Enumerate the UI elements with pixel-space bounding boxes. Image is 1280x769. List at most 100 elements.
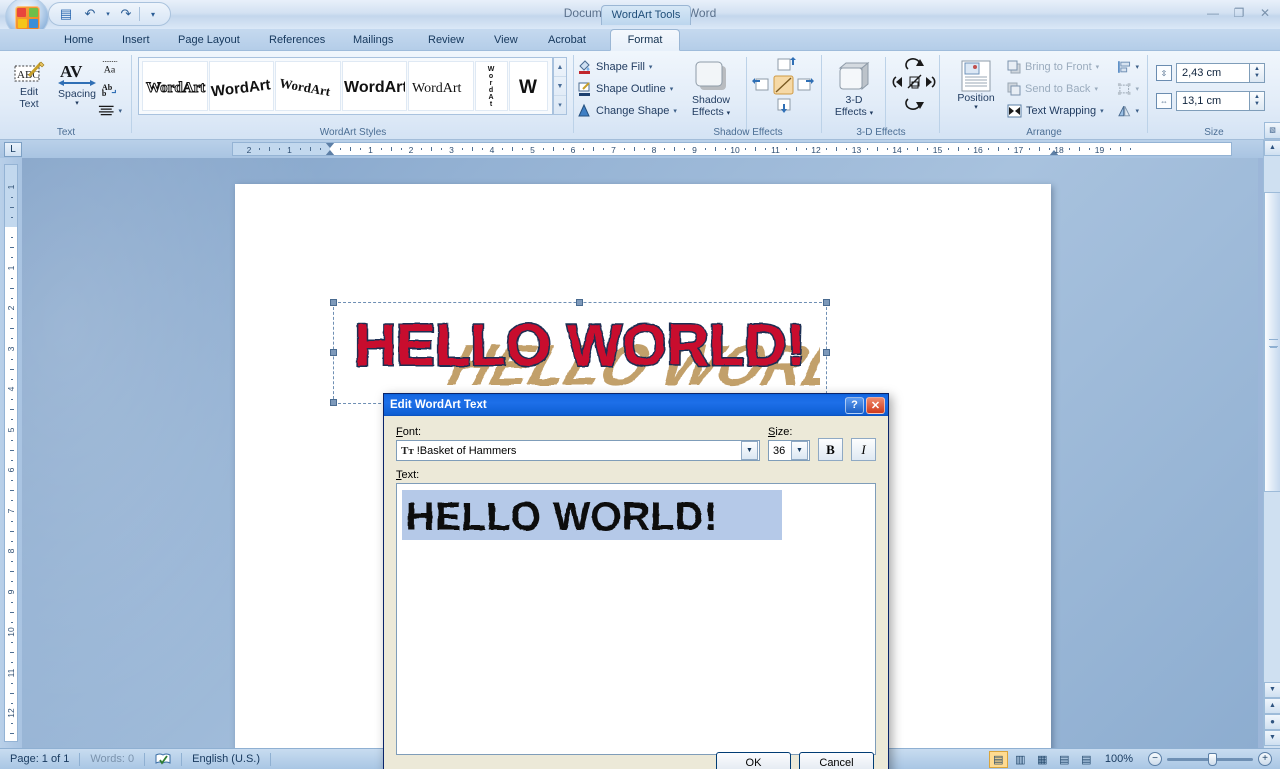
tab-acrobat[interactable]: Acrobat bbox=[536, 29, 598, 51]
select-browse-object-button[interactable]: ● bbox=[1264, 714, 1280, 730]
send-to-back-button[interactable]: Send to Back ▾ bbox=[1002, 78, 1106, 99]
scroll-up-button[interactable]: ▲ bbox=[1264, 140, 1280, 156]
scrollbar-thumb[interactable] bbox=[1264, 192, 1280, 492]
resize-handle-sw[interactable] bbox=[330, 399, 337, 406]
tab-mailings[interactable]: Mailings bbox=[341, 29, 405, 51]
shape-fill-button[interactable]: Shape Fill ▾ bbox=[572, 56, 672, 77]
language-indicator[interactable]: English (U.S.) bbox=[182, 749, 270, 769]
view-web-layout-button[interactable]: ▦ bbox=[1033, 751, 1052, 768]
spacing-caret-icon[interactable]: ▾ bbox=[75, 100, 79, 107]
wordart-style-6[interactable]: WordAt bbox=[474, 61, 508, 111]
wordart-style-4[interactable]: WordArt bbox=[341, 61, 408, 111]
tab-insert[interactable]: Insert bbox=[110, 29, 162, 51]
font-dropdown-arrow-icon[interactable]: ▼ bbox=[741, 441, 758, 460]
select-browse-object-top-icon[interactable]: ▧ bbox=[1264, 122, 1280, 139]
minimize-button[interactable]: — bbox=[1202, 4, 1224, 22]
three-d-tilt-pad[interactable] bbox=[890, 57, 938, 113]
resize-handle-n[interactable] bbox=[576, 299, 583, 306]
left-indent-marker[interactable] bbox=[325, 150, 335, 155]
gallery-more-icon[interactable]: ▾ bbox=[554, 96, 566, 114]
wordart-styles-gallery[interactable]: WordArt WordArt WordArt WordArt WordArt bbox=[138, 57, 553, 115]
even-height-button[interactable]: Aa bbox=[96, 56, 124, 77]
zoom-in-button[interactable]: + bbox=[1258, 752, 1272, 766]
text-wrapping-caret-icon[interactable]: ▾ bbox=[1100, 107, 1104, 115]
zoom-slider[interactable]: − + bbox=[1148, 752, 1272, 766]
tab-references[interactable]: References bbox=[257, 29, 337, 51]
shape-width-value[interactable]: 13,1 cm bbox=[1176, 91, 1250, 111]
vertical-text-button[interactable]: Ab b bbox=[96, 78, 124, 99]
shape-fill-caret-icon[interactable]: ▾ bbox=[649, 63, 653, 71]
tab-home[interactable]: Home bbox=[52, 29, 105, 51]
tab-review[interactable]: Review bbox=[416, 29, 476, 51]
shape-width-field[interactable]: ⇔ 13,1 cm ▲ ▼ bbox=[1156, 91, 1265, 111]
view-draft-button[interactable]: ▤ bbox=[1077, 751, 1096, 768]
cancel-button[interactable]: Cancel bbox=[799, 751, 874, 769]
position-caret-icon[interactable]: ▾ bbox=[974, 104, 978, 111]
wordart-style-1[interactable]: WordArt bbox=[142, 61, 208, 111]
close-button[interactable]: ✕ bbox=[1254, 4, 1276, 22]
edit-wordart-text-dialog[interactable]: Edit WordArt Text ? ✕ FFont:ont: Tт !Bas… bbox=[383, 393, 889, 769]
ok-button[interactable]: OK bbox=[716, 751, 791, 769]
zoom-thumb[interactable] bbox=[1208, 752, 1217, 766]
tab-page-layout[interactable]: Page Layout bbox=[166, 29, 252, 51]
word-count[interactable]: Words: 0 bbox=[80, 749, 144, 769]
wordart-object[interactable]: HELLO WORLD! HELLO WORLD! bbox=[330, 299, 830, 406]
bring-to-front-button[interactable]: Bring to Front ▾ bbox=[1002, 56, 1110, 77]
scroll-down-button[interactable]: ▼ bbox=[1264, 682, 1280, 698]
shape-outline-button[interactable]: Shape Outline ▾ bbox=[572, 78, 682, 99]
view-full-screen-reading-button[interactable]: ▥ bbox=[1011, 751, 1030, 768]
zoom-level-label[interactable]: 100% bbox=[1099, 749, 1139, 769]
horizontal-ruler-track[interactable]: 2 1 1 2 3 4 5 6 7 8 9 10 11 12 13 14 15 16 17 18 19 bbox=[232, 142, 1232, 156]
wordart-style-2[interactable]: WordArt bbox=[208, 61, 275, 111]
shape-height-value[interactable]: 2,43 cm bbox=[1176, 63, 1250, 83]
contextual-tab-group-wordart-tools[interactable]: WordArt Tools bbox=[601, 5, 691, 25]
restore-button[interactable]: ❐ bbox=[1228, 4, 1250, 22]
rotate-caret-icon[interactable]: ▾ bbox=[1135, 107, 1139, 115]
shadow-nudge-pad[interactable] bbox=[752, 57, 814, 115]
align-caret-icon[interactable]: ▾ bbox=[1135, 63, 1139, 71]
tab-view[interactable]: View bbox=[482, 29, 530, 51]
italic-button[interactable]: I bbox=[851, 438, 876, 461]
dialog-help-button[interactable]: ? bbox=[845, 396, 864, 414]
align-text-button[interactable]: ▾ bbox=[93, 100, 127, 121]
align-text-caret-icon[interactable]: ▾ bbox=[118, 107, 122, 115]
vertical-ruler-track[interactable]: 1 1 2 3 4 5 6 7 8 9 10 11 12 bbox=[4, 164, 18, 742]
wordart-style-5[interactable]: WordArt bbox=[408, 61, 474, 111]
send-to-back-caret-icon[interactable]: ▾ bbox=[1094, 85, 1098, 93]
align-objects-button[interactable]: ▾ bbox=[1112, 56, 1144, 77]
size-combobox[interactable]: 36 ▼ bbox=[768, 440, 810, 461]
proofing-errors-icon[interactable] bbox=[145, 749, 181, 769]
wordart-text-input[interactable]: HELLO WORLD! bbox=[396, 483, 876, 755]
zoom-track[interactable] bbox=[1167, 752, 1253, 766]
page-indicator[interactable]: Page: 1 of 1 bbox=[0, 749, 79, 769]
view-print-layout-button[interactable]: ▤ bbox=[988, 750, 1008, 768]
wordart-gallery-scroll[interactable]: ▲ ▼ ▾ bbox=[553, 57, 567, 115]
text-wrapping-button[interactable]: Text Wrapping ▾ bbox=[1002, 100, 1110, 121]
shape-height-spinner[interactable]: ▲ ▼ bbox=[1250, 63, 1265, 83]
gallery-scroll-down-icon[interactable]: ▼ bbox=[554, 77, 566, 96]
rotate-objects-button[interactable]: ▾ bbox=[1112, 100, 1144, 121]
dialog-title-bar[interactable]: Edit WordArt Text ? ✕ bbox=[384, 394, 888, 416]
change-shape-button[interactable]: Change Shape ▾ bbox=[572, 100, 684, 121]
bold-button[interactable]: B bbox=[818, 438, 843, 461]
gallery-scroll-up-icon[interactable]: ▲ bbox=[554, 58, 566, 77]
vertical-scrollbar[interactable]: ▧ ▲ ▼ ▲ ● ▼ bbox=[1263, 122, 1280, 748]
tab-format[interactable]: Format bbox=[610, 29, 680, 51]
shape-height-field[interactable]: ⇳ 2,43 cm ▲ ▼ bbox=[1156, 63, 1265, 83]
tab-stop-selector[interactable]: L bbox=[4, 142, 22, 157]
resize-handle-ne[interactable] bbox=[823, 299, 830, 306]
previous-page-button[interactable]: ▲ bbox=[1264, 698, 1280, 714]
view-outline-button[interactable]: ▤ bbox=[1055, 751, 1074, 768]
shadow-effects-button[interactable]: Shadow Effects ▾ bbox=[682, 57, 740, 121]
dialog-close-button[interactable]: ✕ bbox=[866, 396, 885, 414]
resize-handle-e[interactable] bbox=[823, 349, 830, 356]
next-page-button[interactable]: ▼ bbox=[1264, 730, 1280, 746]
position-button[interactable]: Position ▾ bbox=[950, 57, 1002, 112]
bring-to-front-caret-icon[interactable]: ▾ bbox=[1096, 63, 1100, 71]
wordart-style-3[interactable]: WordArt bbox=[275, 61, 341, 111]
zoom-out-button[interactable]: − bbox=[1148, 752, 1162, 766]
group-objects-button[interactable]: ▾ bbox=[1112, 78, 1144, 99]
wordart-style-7[interactable]: W bbox=[508, 61, 548, 111]
resize-handle-w[interactable] bbox=[330, 349, 337, 356]
font-combobox[interactable]: Tт !Basket of Hammers ▼ bbox=[396, 440, 760, 461]
